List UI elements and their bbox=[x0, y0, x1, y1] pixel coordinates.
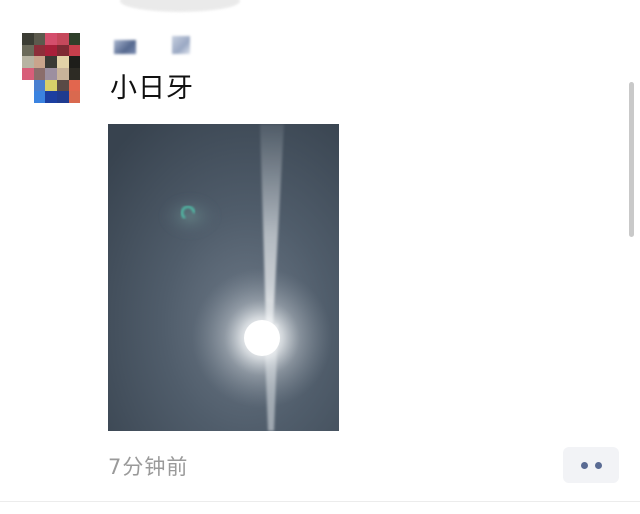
more-options-button[interactable] bbox=[563, 447, 619, 483]
avatar[interactable] bbox=[22, 33, 92, 103]
post-text: 小日牙 bbox=[110, 73, 194, 104]
post-timestamp: 7分钟前 bbox=[108, 455, 189, 479]
sun-photo-drawing bbox=[108, 124, 339, 431]
scrollbar[interactable] bbox=[629, 82, 634, 237]
previous-item-edge bbox=[120, 0, 240, 12]
moments-post: 小日牙 7分钟前 bbox=[0, 0, 640, 514]
username-blur-block bbox=[172, 36, 190, 54]
username-blur-block bbox=[114, 40, 136, 54]
more-dots-icon bbox=[580, 461, 588, 469]
username-blurred[interactable] bbox=[112, 30, 202, 56]
post-photo[interactable] bbox=[108, 124, 339, 431]
more-dots-icon bbox=[594, 461, 602, 469]
post-divider bbox=[0, 501, 640, 502]
